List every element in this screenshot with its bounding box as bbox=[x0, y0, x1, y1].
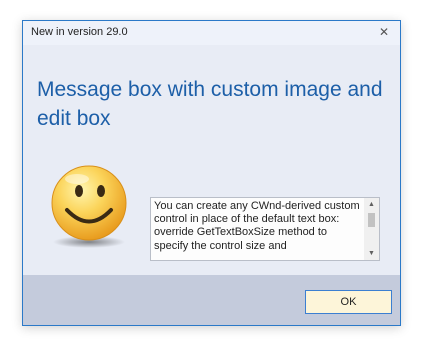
button-bar: OK bbox=[23, 275, 400, 325]
close-button[interactable]: ✕ bbox=[376, 24, 392, 40]
title-bar[interactable]: New in version 29.0 ✕ bbox=[23, 21, 400, 45]
message-box-dialog: New in version 29.0 ✕ Message box with c… bbox=[22, 20, 401, 326]
scroll-thumb[interactable] bbox=[368, 213, 375, 227]
window-title: New in version 29.0 bbox=[31, 26, 128, 38]
scroll-down-arrow-icon[interactable]: ▼ bbox=[364, 247, 379, 260]
ok-button[interactable]: OK bbox=[305, 290, 392, 314]
vertical-scrollbar[interactable]: ▲ ▼ bbox=[364, 198, 379, 260]
message-content: Message box with custom image and edit b… bbox=[23, 45, 400, 276]
edit-box-text: You can create any CWnd-derived custom c… bbox=[154, 200, 360, 252]
scroll-up-arrow-icon[interactable]: ▲ bbox=[364, 198, 379, 211]
close-icon: ✕ bbox=[378, 25, 390, 39]
smiley-face-icon bbox=[51, 165, 127, 248]
custom-edit-box[interactable]: You can create any CWnd-derived custom c… bbox=[150, 197, 380, 261]
message-heading: Message box with custom image and edit b… bbox=[37, 78, 383, 130]
